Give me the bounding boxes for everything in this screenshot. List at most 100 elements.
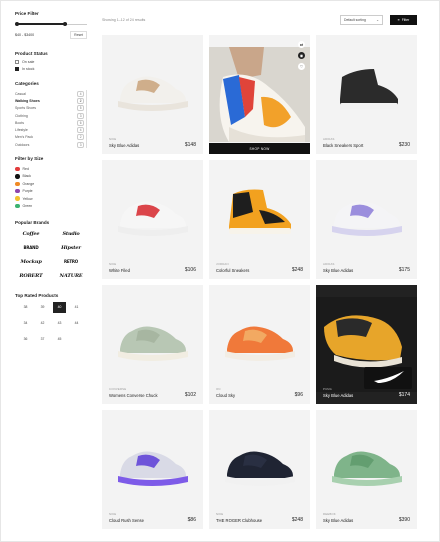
product-image[interactable] (102, 410, 203, 505)
product-card[interactable]: Nike THE ROGER Clubhouse $248 (209, 410, 310, 529)
product-image-wrap[interactable] (209, 160, 310, 255)
size-grid: 38 39 40 41 34 42 43 44 36 37 45 (19, 301, 87, 345)
sort-select[interactable]: Default sorting ⌄ (340, 15, 383, 25)
product-image[interactable] (102, 160, 203, 255)
size-option[interactable]: 42 (36, 318, 49, 329)
product-image-wrap[interactable] (209, 410, 310, 505)
product-image-wrap[interactable] (102, 410, 203, 505)
brand-logo[interactable]: Studio (55, 229, 87, 239)
product-name[interactable]: Black Sneakers Sport (323, 143, 363, 148)
product-card[interactable]: Puma Sky Blue Adidas $174 (316, 285, 417, 404)
size-option[interactable]: 37 (36, 334, 49, 345)
product-name[interactable]: Sky Blue Adidas (323, 518, 353, 523)
checkbox[interactable] (15, 60, 19, 64)
size-option[interactable]: 45 (53, 334, 66, 345)
product-name[interactable]: Cloud Sky (216, 393, 235, 398)
status-option[interactable]: In stock (15, 67, 87, 71)
color-option[interactable]: Green (15, 202, 87, 209)
pagination[interactable] (201, 538, 241, 542)
status-option[interactable]: On sale (15, 60, 87, 64)
product-image[interactable] (316, 35, 417, 130)
slider-max-handle[interactable] (63, 21, 67, 26)
brand-logo[interactable]: Coffee (15, 229, 47, 239)
product-card[interactable]: ⇄ ◉ ♡ SHOP NOW (209, 35, 310, 154)
size-option[interactable]: 34 (19, 318, 32, 329)
product-card[interactable]: Jordan Colorful Sneakers $248 (209, 160, 310, 279)
size-option[interactable]: 36 (19, 334, 32, 345)
slider-min-handle[interactable] (15, 21, 19, 26)
product-name[interactable]: Colorful Sneakers (216, 268, 249, 273)
checkbox[interactable] (15, 67, 19, 71)
product-image[interactable] (209, 410, 310, 505)
product-image-wrap[interactable] (102, 35, 203, 130)
category-item[interactable]: Outdoors 3 (15, 141, 86, 148)
product-image-wrap[interactable] (209, 35, 310, 154)
product-image-wrap[interactable] (316, 410, 417, 505)
product-image[interactable] (316, 160, 417, 255)
product-image-wrap[interactable] (102, 160, 203, 255)
category-item[interactable]: Walking Shoes 2 (15, 97, 86, 104)
color-option[interactable]: Orange (15, 180, 87, 187)
product-name[interactable]: Sky Blue Adidas (323, 393, 353, 398)
product-card[interactable]: Reebok Sky Blue Adidas $390 (316, 410, 417, 529)
product-info: On Cloud Sky $96 (216, 387, 303, 399)
category-item[interactable]: Boots 6 (15, 119, 86, 126)
brand-logo[interactable]: NATURE (55, 271, 87, 281)
brand-logo[interactable]: Mockup (15, 257, 47, 267)
product-card[interactable]: Nike Sky Blue Adidas $148 (102, 35, 203, 154)
product-name[interactable]: Sky Blue Adidas (109, 143, 139, 148)
product-image-wrap[interactable] (316, 160, 417, 255)
size-option[interactable]: 44 (70, 318, 83, 329)
compare-icon[interactable]: ⇄ (298, 41, 305, 48)
product-image-wrap[interactable] (316, 35, 417, 130)
product-card[interactable]: Adidas Black Sneakers Sport $230 (316, 35, 417, 154)
product-card[interactable]: On Cloud Sky $96 (209, 285, 310, 404)
brand-logo[interactable]: BRAND (15, 243, 47, 253)
product-image[interactable] (209, 47, 310, 142)
product-image-wrap[interactable] (102, 285, 203, 380)
size-option[interactable]: 40 (53, 301, 66, 313)
product-image[interactable] (209, 160, 310, 255)
quick-view-icon[interactable]: ◉ (298, 52, 305, 59)
category-item[interactable]: Men's Pack 2 (15, 134, 86, 141)
brand-logo[interactable]: ROBERT (15, 271, 47, 281)
size-option[interactable]: 41 (70, 302, 83, 313)
sizes-title: Top Rated Products (15, 292, 59, 298)
product-name-row: Black Sneakers Sport $230 (323, 142, 410, 148)
color-option[interactable]: Purple (15, 188, 87, 195)
brand-logo[interactable]: Hipster (55, 243, 87, 253)
product-name[interactable]: Sky Blue Adidas (323, 268, 353, 273)
size-option[interactable]: 39 (36, 302, 49, 313)
product-image[interactable] (316, 410, 417, 505)
product-image[interactable] (102, 285, 203, 380)
product-card[interactable]: Adidas Sky Blue Adidas $175 (316, 160, 417, 279)
filter-button[interactable]: ≡ Filter (390, 15, 417, 25)
size-option[interactable]: 43 (53, 318, 66, 329)
category-item[interactable]: Casual 4 (15, 90, 86, 97)
color-option[interactable]: Black (15, 173, 87, 180)
color-option[interactable]: Red (15, 165, 87, 172)
category-item[interactable]: Clothing 3 (15, 112, 86, 119)
product-image[interactable] (316, 297, 417, 392)
wishlist-icon[interactable]: ♡ (298, 63, 305, 70)
color-option[interactable]: Yellow (15, 195, 87, 202)
color-label: Black (22, 174, 32, 179)
product-card[interactable]: Converse Womens Converse Chuck $102 (102, 285, 203, 404)
product-name[interactable]: Womens Converse Chuck (109, 393, 158, 398)
brand-logo[interactable]: RETRO (55, 257, 87, 267)
category-item[interactable]: Sports Shoes 5 (15, 105, 86, 112)
reset-button[interactable]: Reset (70, 31, 87, 39)
price-range-slider[interactable] (15, 20, 87, 28)
product-image[interactable] (102, 35, 203, 130)
product-image[interactable] (209, 285, 310, 380)
product-name[interactable]: Cloud Rush Sense (109, 518, 144, 523)
product-card[interactable]: Nike White Filed $106 (102, 160, 203, 279)
product-image-wrap[interactable] (209, 285, 310, 380)
product-name[interactable]: THE ROGER Clubhouse (216, 518, 262, 523)
shop-now-button[interactable]: SHOP NOW (209, 143, 310, 154)
category-label: Lifestyle (15, 128, 28, 133)
product-name[interactable]: White Filed (109, 268, 130, 273)
category-item[interactable]: Lifestyle 4 (15, 126, 86, 134)
size-option[interactable]: 38 (19, 302, 32, 313)
product-card[interactable]: Nike Cloud Rush Sense $86 (102, 410, 203, 529)
